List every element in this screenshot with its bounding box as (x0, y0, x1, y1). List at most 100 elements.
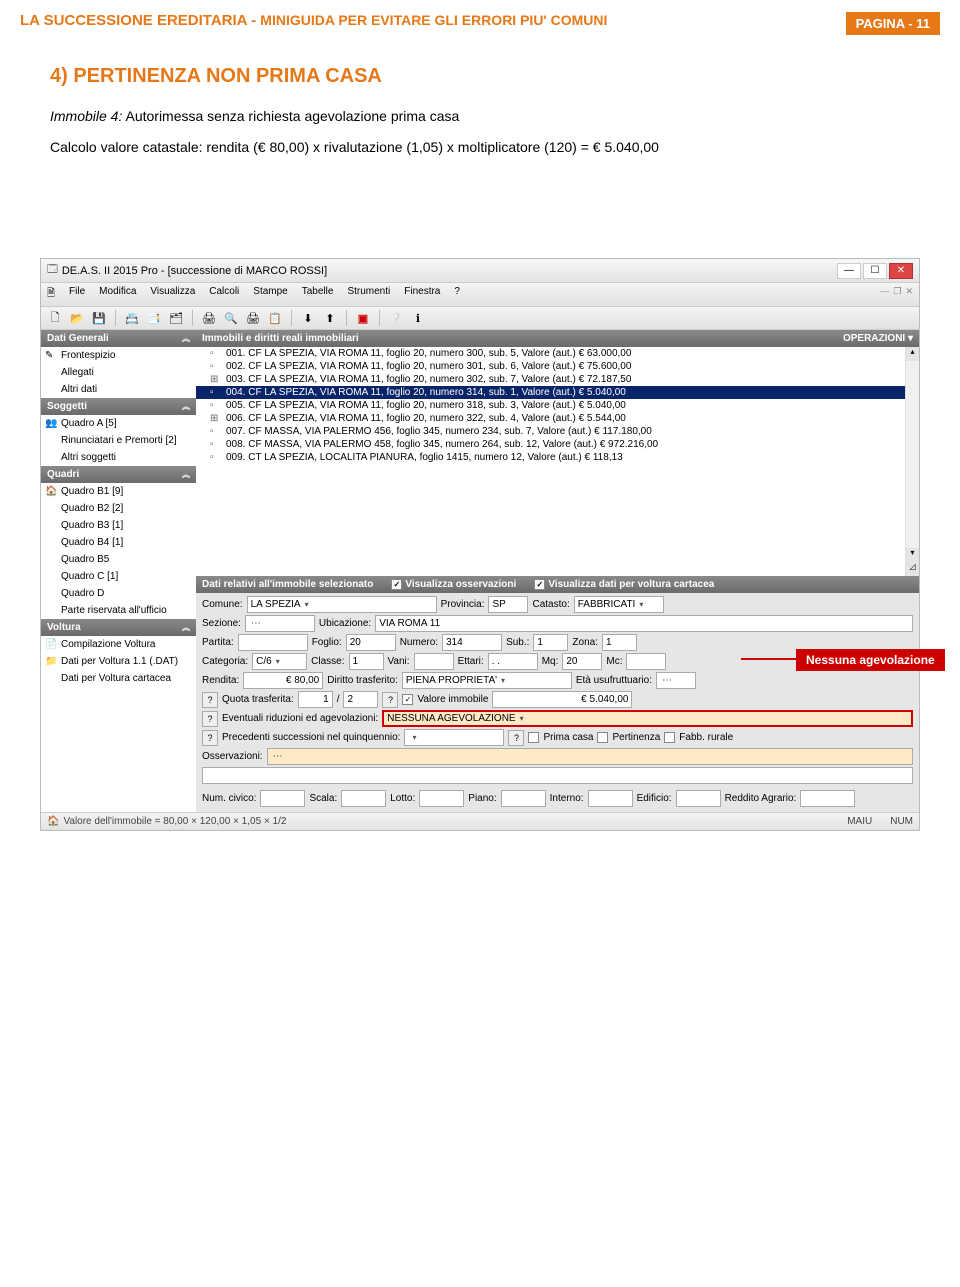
close-button[interactable]: ✕ (889, 263, 913, 279)
chk-visualizza-osservazioni[interactable]: ✓Visualizza osservazioni (391, 579, 516, 590)
chk-fabb-rurale[interactable] (664, 732, 675, 743)
ubicazione-field[interactable]: VIA ROMA 11 (375, 615, 913, 632)
sidebar-item-altri-dati[interactable]: Altri dati (41, 381, 196, 398)
list-row[interactable]: ▫009. CT LA SPEZIA, LOCALITA PIANURA, fo… (196, 451, 919, 464)
sidebar-item-b3[interactable]: Quadro B3 [1] (41, 517, 196, 534)
mc-field[interactable] (626, 653, 666, 670)
child-minimize[interactable]: — (880, 286, 889, 303)
ettari-field[interactable]: . . (488, 653, 538, 670)
side-group-voltura[interactable]: Voltura︽ (41, 619, 196, 636)
vani-field[interactable] (414, 653, 454, 670)
sidebar-item-allegati[interactable]: Allegati (41, 364, 196, 381)
sidebar-item-rinunciatari[interactable]: Rinunciatari e Premorti [2] (41, 432, 196, 449)
help-prima-casa-icon[interactable]: ? (508, 730, 524, 746)
mq-field[interactable]: 20 (562, 653, 602, 670)
sidebar-item-b4[interactable]: Quadro B4 [1] (41, 534, 196, 551)
lotto-field[interactable] (419, 790, 464, 807)
quota-num-field[interactable]: 1 (298, 691, 333, 708)
maximize-button[interactable]: ☐ (863, 263, 887, 279)
sub-field[interactable]: 1 (533, 634, 568, 651)
sidebar-item-frontespizio[interactable]: ✎Frontespizio (41, 347, 196, 364)
scala-field[interactable] (341, 790, 386, 807)
copy-icon[interactable]: 📋 (267, 310, 283, 326)
list-row-selected[interactable]: ▫004. CF LA SPEZIA, VIA ROMA 11, foglio … (196, 386, 919, 399)
rendita-field[interactable]: € 80,00 (243, 672, 323, 689)
menu-calcoli[interactable]: Calcoli (209, 286, 239, 303)
scroll-down-icon[interactable]: ▾ (906, 548, 919, 562)
minimize-button[interactable]: — (837, 263, 861, 279)
sidebar-item-voltura-cartacea[interactable]: Dati per Voltura cartacea (41, 670, 196, 687)
operations-menu[interactable]: OPERAZIONI ▾ (843, 333, 913, 344)
sidebar-item-b2[interactable]: Quadro B2 [2] (41, 500, 196, 517)
print2-icon[interactable]: 🖨 (245, 310, 261, 326)
menu-finestra[interactable]: Finestra (404, 286, 440, 303)
interno-field[interactable] (588, 790, 633, 807)
list-row[interactable]: ▫001. CF LA SPEZIA, VIA ROMA 11, foglio … (196, 347, 919, 360)
menu-modifica[interactable]: Modifica (99, 286, 136, 303)
sidebar-item-parte-ufficio[interactable]: Parte riservata all'ufficio (41, 602, 196, 619)
menu-help[interactable]: ? (454, 286, 460, 303)
new-doc-icon[interactable]: 🗋 (47, 310, 63, 326)
save-icon[interactable]: 💾 (91, 310, 107, 326)
agevolazioni-field[interactable]: NESSUNA AGEVOLAZIONE (382, 710, 913, 727)
list-row[interactable]: ▫008. CF MASSA, VIA PALERMO 458, foglio … (196, 438, 919, 451)
quota-den-field[interactable]: 2 (343, 691, 378, 708)
osservazioni-field[interactable] (267, 748, 913, 765)
help-valore-icon[interactable]: ? (382, 692, 398, 708)
extra-field-1[interactable] (202, 767, 913, 784)
list-row[interactable]: ⊞006. CF LA SPEZIA, VIA ROMA 11, foglio … (196, 412, 919, 425)
pdf-icon[interactable]: ▣ (355, 310, 371, 326)
help-prec-icon[interactable]: ? (202, 730, 218, 746)
menu-visualizza[interactable]: Visualizza (150, 286, 195, 303)
side-group-soggetti[interactable]: Soggetti︽ (41, 398, 196, 415)
tool-icon-1[interactable]: 📇 (124, 310, 140, 326)
valore-field[interactable]: € 5.040,00 (492, 691, 632, 708)
list-scrollbar[interactable]: ▴ (905, 347, 919, 466)
list-row[interactable]: ▫007. CF MASSA, VIA PALERMO 456, foglio … (196, 425, 919, 438)
list-row[interactable]: ▫005. CF LA SPEZIA, VIA ROMA 11, foglio … (196, 399, 919, 412)
categoria-field[interactable]: C/6 (252, 653, 307, 670)
preview-icon[interactable]: 🔍 (223, 310, 239, 326)
down-icon[interactable]: ⬇ (300, 310, 316, 326)
reddito-field[interactable] (800, 790, 855, 807)
help-agev-icon[interactable]: ? (202, 711, 218, 727)
child-close[interactable]: ✕ (905, 286, 913, 303)
edificio-field[interactable] (676, 790, 721, 807)
list-scrollbar-continued[interactable]: ▾ ◿ (905, 466, 919, 576)
sidebar-item-altri-soggetti[interactable]: Altri soggetti (41, 449, 196, 466)
tool-icon-2[interactable]: 📑 (146, 310, 162, 326)
diritto-field[interactable]: PIENA PROPRIETA' (402, 672, 572, 689)
chk-prima-casa[interactable] (528, 732, 539, 743)
catasto-field[interactable]: FABBRICATI (574, 596, 664, 613)
comune-field[interactable]: LA SPEZIA (247, 596, 437, 613)
sezione-field[interactable] (245, 615, 315, 632)
sidebar-item-c1[interactable]: Quadro C [1] (41, 568, 196, 585)
provincia-field[interactable]: SP (488, 596, 528, 613)
menu-strumenti[interactable]: Strumenti (347, 286, 390, 303)
tool-icon-3[interactable]: 🗂 (168, 310, 184, 326)
chk-pertinenza[interactable] (597, 732, 608, 743)
side-group-dati-generali[interactable]: Dati Generali︽ (41, 330, 196, 347)
open-icon[interactable]: 📂 (69, 310, 85, 326)
tree-expand-icon[interactable]: ⊞ (210, 374, 218, 385)
list-row[interactable]: ▫002. CF LA SPEZIA, VIA ROMA 11, foglio … (196, 360, 919, 373)
info-icon[interactable]: ℹ (410, 310, 426, 326)
partita-field[interactable] (238, 634, 308, 651)
tree-expand-icon[interactable]: ⊞ (210, 413, 218, 424)
sidebar-item-quadro-a[interactable]: 👥Quadro A [5] (41, 415, 196, 432)
menu-stampe[interactable]: Stampe (253, 286, 287, 303)
help-quota-icon[interactable]: ? (202, 692, 218, 708)
scroll-up-icon[interactable]: ▴ (906, 347, 919, 361)
menu-tabelle[interactable]: Tabelle (302, 286, 334, 303)
side-group-quadri[interactable]: Quadri︽ (41, 466, 196, 483)
up-icon[interactable]: ⬆ (322, 310, 338, 326)
help-icon[interactable]: ❔ (388, 310, 404, 326)
child-restore[interactable]: ❐ (893, 286, 901, 303)
menu-file[interactable]: File (69, 286, 85, 303)
classe-field[interactable]: 1 (349, 653, 384, 670)
sidebar-item-b1[interactable]: 🏠Quadro B1 [9] (41, 483, 196, 500)
piano-field[interactable] (501, 790, 546, 807)
sidebar-item-voltura-dat[interactable]: 📁Dati per Voltura 1.1 (.DAT) (41, 653, 196, 670)
list-row[interactable]: ⊞003. CF LA SPEZIA, VIA ROMA 11, foglio … (196, 373, 919, 386)
numcivico-field[interactable] (260, 790, 305, 807)
